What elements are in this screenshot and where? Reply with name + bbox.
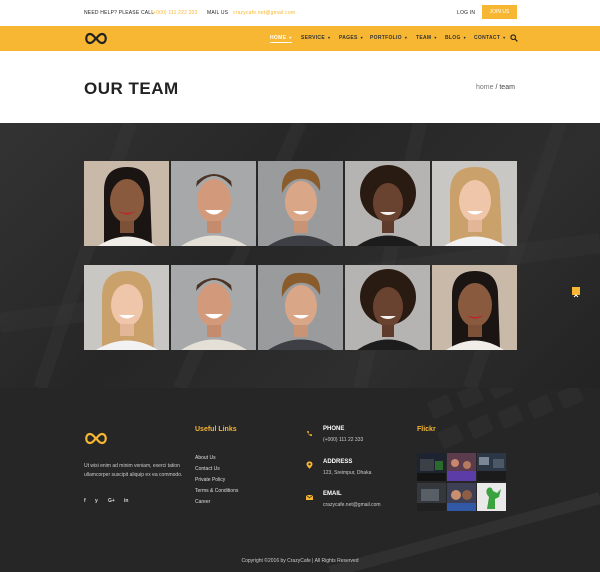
team-member-photo[interactable] bbox=[171, 161, 256, 246]
team-member-photo[interactable] bbox=[432, 265, 517, 350]
flickr-thumb[interactable] bbox=[417, 483, 446, 511]
team-member-photo[interactable] bbox=[171, 265, 256, 350]
footer-link-contact[interactable]: Contact Us bbox=[195, 466, 220, 472]
linkedin-icon[interactable]: in bbox=[124, 498, 128, 504]
help-label: NEED HELP? PLEASE CALL bbox=[84, 10, 155, 16]
useful-links-heading: Useful Links bbox=[195, 426, 237, 433]
chevron-down-icon: ▾ bbox=[434, 35, 437, 40]
footer-link-terms[interactable]: Terms & Conditions bbox=[195, 488, 238, 494]
location-icon bbox=[306, 461, 313, 469]
mail-value[interactable]: crazycafe.net@gmail.com bbox=[233, 10, 295, 16]
nav-pages[interactable]: PAGES ▾ bbox=[339, 35, 363, 41]
team-member-photo[interactable] bbox=[258, 161, 343, 246]
email-label: EMAIL bbox=[323, 491, 342, 497]
scroll-top-button[interactable] bbox=[572, 287, 580, 298]
team-member-photo[interactable] bbox=[258, 265, 343, 350]
phone-value[interactable]: (+000) 111 22 333 bbox=[323, 437, 363, 443]
join-button[interactable]: JOIN US bbox=[482, 5, 517, 19]
footer-about-text: Ut wisi enim ad minim veniam, exerci tat… bbox=[84, 463, 183, 478]
phone-icon bbox=[307, 431, 312, 436]
flickr-thumb[interactable] bbox=[477, 453, 506, 481]
footer-link-about[interactable]: About Us bbox=[195, 455, 216, 461]
top-bar: NEED HELP? PLEASE CALL (+000) 111 222 33… bbox=[0, 0, 600, 26]
email-icon bbox=[306, 495, 313, 500]
phone-label: PHONE bbox=[323, 426, 345, 432]
chevron-down-icon: ▾ bbox=[404, 35, 408, 40]
team-section bbox=[0, 123, 600, 388]
team-member-photo[interactable] bbox=[84, 161, 169, 246]
page-header: OUR TEAM home / team bbox=[0, 51, 600, 123]
flickr-heading: Flickr bbox=[417, 426, 436, 433]
facebook-icon[interactable]: f bbox=[84, 498, 86, 504]
flickr-thumb[interactable] bbox=[417, 453, 446, 481]
chevron-down-icon: ▾ bbox=[289, 35, 292, 40]
nav-blog[interactable]: BLOG ▾ bbox=[445, 35, 466, 41]
team-member-photo[interactable] bbox=[84, 265, 169, 350]
chevron-down-icon: ▾ bbox=[327, 35, 331, 40]
chevron-down-icon: ▾ bbox=[360, 35, 363, 40]
search-icon[interactable] bbox=[510, 34, 518, 42]
twitter-icon[interactable]: y bbox=[95, 498, 98, 504]
google-plus-icon[interactable]: G+ bbox=[108, 498, 115, 504]
page-title: OUR TEAM bbox=[84, 79, 179, 98]
team-member-photo[interactable] bbox=[432, 161, 517, 246]
breadcrumb-current: / team bbox=[495, 84, 515, 91]
nav-portfolio[interactable]: PORTFOLIO ▾ bbox=[370, 35, 407, 41]
background-texture bbox=[328, 388, 600, 572]
chevron-down-icon: ▾ bbox=[503, 35, 506, 40]
address-label: ADDRESS bbox=[323, 459, 353, 465]
nav-contact[interactable]: CONTACT ▾ bbox=[474, 35, 505, 41]
chevron-up-icon bbox=[573, 294, 579, 298]
team-member-photo[interactable] bbox=[345, 161, 430, 246]
mail-label: MAIL US bbox=[207, 10, 229, 16]
nav-service[interactable]: SERVICE ▾ bbox=[301, 35, 330, 41]
breadcrumb-home[interactable]: home bbox=[476, 84, 494, 91]
main-nav: HOME ▾ SERVICE ▾ PAGES ▾ PORTFOLIO ▾ TEAM ▾ B… bbox=[0, 26, 600, 51]
footer-link-career[interactable]: Career bbox=[195, 499, 210, 505]
flickr-thumb[interactable] bbox=[477, 483, 506, 511]
email-value[interactable]: crazycafe.net@gmail.com bbox=[323, 502, 381, 508]
copyright-text: Copyright ©2016 by CrazyCafe | All Right… bbox=[241, 558, 359, 564]
nav-home[interactable]: HOME ▾ bbox=[270, 35, 292, 43]
breadcrumb: home / team bbox=[476, 84, 515, 91]
team-member-photo[interactable] bbox=[345, 265, 430, 350]
nav-team[interactable]: TEAM ▾ bbox=[416, 35, 437, 41]
address-value: 123, Sreimpur, Dhaka bbox=[323, 470, 372, 476]
logo-icon[interactable] bbox=[84, 32, 108, 45]
footer-link-privacy[interactable]: Private Policy bbox=[195, 477, 225, 483]
flickr-thumb[interactable] bbox=[447, 483, 476, 511]
chevron-down-icon: ▾ bbox=[463, 35, 466, 40]
help-phone[interactable]: (+000) 111 222 333 bbox=[151, 10, 198, 16]
flickr-thumb[interactable] bbox=[447, 453, 476, 481]
footer: Ut wisi enim ad minim veniam, exerci tat… bbox=[0, 388, 600, 572]
footer-logo-icon[interactable] bbox=[84, 432, 108, 445]
login-link[interactable]: LOG IN bbox=[457, 10, 475, 16]
